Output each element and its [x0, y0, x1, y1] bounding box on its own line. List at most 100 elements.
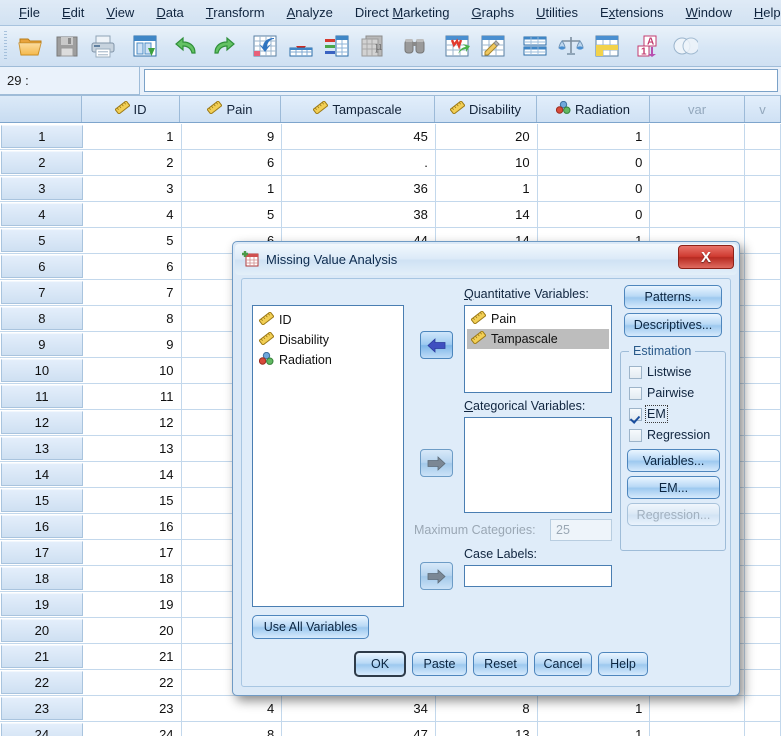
cell-v[interactable] [745, 410, 781, 435]
redo-icon[interactable] [205, 29, 241, 63]
cell-id[interactable]: 15 [84, 488, 182, 513]
cell-id[interactable]: 24 [84, 722, 182, 736]
cell-id[interactable]: 1 [84, 124, 182, 149]
em-checkbox[interactable]: EM [629, 407, 666, 421]
cell-id[interactable]: 18 [84, 566, 182, 591]
cell-v[interactable] [745, 436, 781, 461]
split-file-icon[interactable] [517, 29, 553, 63]
row-number[interactable]: 9 [1, 333, 83, 356]
quantitative-variables-list[interactable]: PainTampascale [464, 305, 612, 393]
menu-data[interactable]: Data [145, 3, 194, 22]
goto-variable-icon[interactable] [283, 29, 319, 63]
column-header-id[interactable]: ID [82, 96, 180, 122]
cell-value-input[interactable] [144, 69, 778, 92]
cell-v[interactable] [745, 540, 781, 565]
column-header-v[interactable]: v [745, 96, 781, 122]
cell-disability[interactable]: 13 [436, 722, 538, 736]
row-number[interactable]: 12 [1, 411, 83, 434]
row-number[interactable]: 16 [1, 515, 83, 538]
column-header-radiation[interactable]: Radiation [537, 96, 650, 122]
table-row[interactable]: 3313610 [0, 176, 781, 202]
row-number[interactable]: 5 [1, 229, 83, 252]
menu-help[interactable]: Help [743, 3, 781, 22]
undo-icon[interactable] [169, 29, 205, 63]
weight-cases-icon[interactable] [553, 29, 589, 63]
column-header-pain[interactable]: Pain [180, 96, 281, 122]
cell-var[interactable] [650, 176, 745, 201]
patterns-button[interactable]: Patterns... [624, 285, 722, 309]
print-icon[interactable] [85, 29, 121, 63]
table-row[interactable]: 44538140 [0, 202, 781, 228]
menu-transform[interactable]: Transform [195, 3, 276, 22]
cell-id[interactable]: 2 [84, 150, 182, 175]
goto-case-icon[interactable] [247, 29, 283, 63]
insert-variable-icon[interactable] [475, 29, 511, 63]
cell-id[interactable]: 10 [84, 358, 182, 383]
row-number[interactable]: 17 [1, 541, 83, 564]
menu-graphs[interactable]: Graphs [460, 3, 525, 22]
row-number[interactable]: 21 [1, 645, 83, 668]
menu-utilities[interactable]: Utilities [525, 3, 589, 22]
row-number[interactable]: 1 [1, 125, 83, 148]
listwise-checkbox[interactable]: Listwise [629, 365, 691, 379]
cell-id[interactable]: 6 [84, 254, 182, 279]
cell-id[interactable]: 3 [84, 176, 182, 201]
row-number[interactable]: 23 [1, 697, 83, 720]
cell-tampascale[interactable]: 45 [282, 124, 436, 149]
row-number[interactable]: 20 [1, 619, 83, 642]
row-number[interactable]: 3 [1, 177, 83, 200]
table-row[interactable]: 11945201 [0, 124, 781, 150]
table-row[interactable]: 232343481 [0, 696, 781, 722]
cell-var[interactable] [650, 696, 745, 721]
cell-v[interactable] [745, 462, 781, 487]
insert-case-icon[interactable] [439, 29, 475, 63]
use-all-variables-button[interactable]: Use All Variables [252, 615, 369, 639]
run-descriptives-icon[interactable]: µ [355, 29, 391, 63]
column-header-disability[interactable]: Disability [435, 96, 537, 122]
menu-window[interactable]: Window [675, 3, 743, 22]
row-number[interactable]: 11 [1, 385, 83, 408]
cell-id[interactable]: 19 [84, 592, 182, 617]
variables-icon[interactable] [319, 29, 355, 63]
select-cases-icon[interactable] [589, 29, 625, 63]
cell-id[interactable]: 22 [84, 670, 182, 695]
row-number[interactable]: 6 [1, 255, 83, 278]
cell-v[interactable] [745, 670, 781, 695]
cell-v[interactable] [745, 696, 781, 721]
cell-id[interactable]: 9 [84, 332, 182, 357]
ok-button[interactable]: OK [354, 651, 406, 677]
cell-pain[interactable]: 6 [182, 150, 283, 175]
cell-id[interactable]: 17 [84, 540, 182, 565]
cell-var[interactable] [650, 124, 745, 149]
cell-v[interactable] [745, 306, 781, 331]
cell-disability[interactable]: 8 [436, 696, 538, 721]
menu-direct-marketing[interactable]: Direct Marketing [344, 3, 461, 22]
cell-pain[interactable]: 4 [182, 696, 283, 721]
cell-id[interactable]: 13 [84, 436, 182, 461]
save-icon[interactable] [49, 29, 85, 63]
regression-checkbox[interactable]: Regression [629, 428, 710, 442]
cell-pain[interactable]: 5 [182, 202, 283, 227]
recall-dialogs-icon[interactable] [127, 29, 163, 63]
cell-id[interactable]: 21 [84, 644, 182, 669]
cell-id[interactable]: 4 [84, 202, 182, 227]
menu-analyze[interactable]: Analyze [276, 3, 344, 22]
cell-radiation[interactable]: 0 [538, 150, 651, 175]
cell-id[interactable]: 14 [84, 462, 182, 487]
row-number[interactable]: 22 [1, 671, 83, 694]
cell-radiation[interactable]: 0 [538, 202, 651, 227]
cell-tampascale[interactable]: 47 [282, 722, 436, 736]
cell-id[interactable]: 7 [84, 280, 182, 305]
cell-disability[interactable]: 1 [436, 176, 538, 201]
list-item[interactable]: Radiation [255, 350, 401, 370]
row-number[interactable]: 7 [1, 281, 83, 304]
em-button[interactable]: EM... [627, 476, 720, 499]
cell-v[interactable] [745, 592, 781, 617]
menu-extensions[interactable]: Extensions [589, 3, 675, 22]
cell-pain[interactable]: 9 [182, 124, 283, 149]
cell-v[interactable] [745, 202, 781, 227]
row-number[interactable]: 18 [1, 567, 83, 590]
paste-button[interactable]: Paste [412, 652, 467, 676]
dialog-title-bar[interactable]: Missing Value Analysis X [235, 244, 737, 275]
move-to-case-labels-button[interactable] [420, 562, 453, 590]
